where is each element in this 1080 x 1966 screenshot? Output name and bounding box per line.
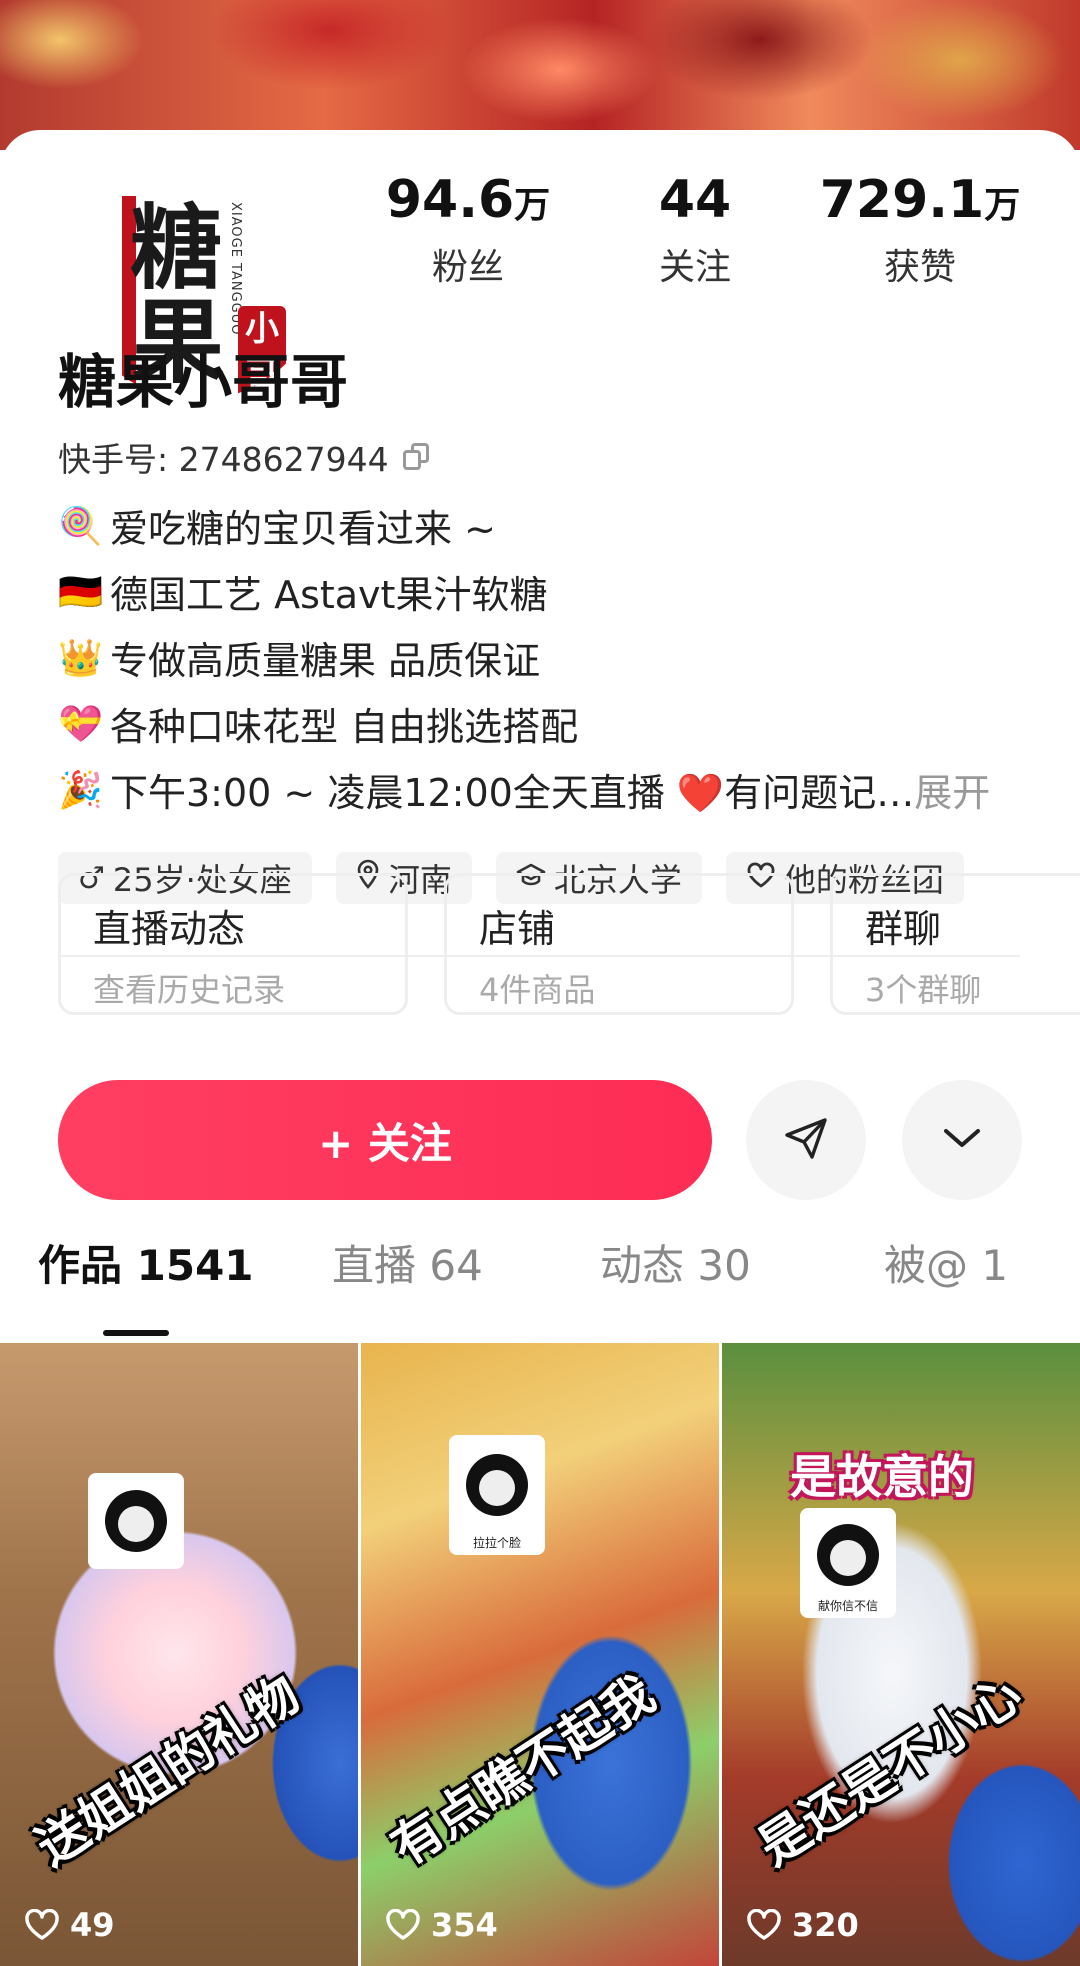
stat-likes[interactable]: 729.1万 获赞 bbox=[810, 170, 1030, 290]
tab-moments[interactable]: 动态 30 bbox=[600, 1232, 751, 1293]
entry-subtitle: 3个群聊 bbox=[865, 971, 982, 1009]
video-thumbnail[interactable]: 拉拉个脸 有点瞧不起我 354 bbox=[361, 1343, 719, 1966]
panda-meme-sticker bbox=[88, 1473, 184, 1569]
like-count: 49 bbox=[70, 1906, 115, 1944]
panda-meme-sticker: 献你信不信 bbox=[800, 1508, 896, 1618]
content-tabs: 作品 1541 直播 64 动态 30 被@ 1 bbox=[0, 1232, 1080, 1312]
entry-title: 店铺 bbox=[479, 907, 556, 951]
profile-nickname: 糖果小哥哥 bbox=[58, 348, 349, 416]
video-grid: 送姐姐的礼物 49 拉拉个脸 有点瞧不起我 354 是故意的 献你信不信 是还是… bbox=[0, 1343, 1080, 1966]
entry-group-chat[interactable]: 群聊 3个群聊 bbox=[830, 873, 1080, 1015]
bio-text: 爱吃糖的宝贝看过来 ~ bbox=[110, 507, 496, 551]
bio-line-3: 👑 专做高质量糖果 品质保证 bbox=[58, 630, 1038, 685]
bio-line-2: 🇩🇪 德国工艺 Astavt果汁软糖 bbox=[58, 564, 1038, 619]
video-thumbnail[interactable]: 是故意的 献你信不信 是还是不小心 320 bbox=[722, 1343, 1080, 1966]
lollipop-icon: 🍭 bbox=[58, 505, 103, 547]
entry-title: 直播动态 bbox=[93, 907, 246, 951]
stat-followers-label: 粉丝 bbox=[431, 247, 504, 288]
bio-line-1: 🍭 爱吃糖的宝贝看过来 ~ bbox=[58, 498, 1038, 553]
kuaishou-id: 快手号: 2748627944 bbox=[58, 440, 389, 479]
heart-icon bbox=[25, 1909, 59, 1940]
like-count: 354 bbox=[431, 1906, 498, 1944]
entry-live-history[interactable]: 直播动态 查看历史记录 bbox=[58, 873, 408, 1015]
share-button[interactable] bbox=[746, 1080, 866, 1200]
stat-likes-number: 729.1 bbox=[819, 170, 985, 230]
active-tab-indicator bbox=[103, 1330, 169, 1336]
sticker-text: 拉拉个脸 bbox=[472, 1536, 521, 1550]
stat-following-number: 44 bbox=[658, 170, 732, 230]
video-likes: 320 bbox=[746, 1906, 859, 1944]
stat-followers[interactable]: 94.6万 粉丝 bbox=[358, 170, 578, 290]
video-thumbnail[interactable]: 送姐姐的礼物 49 bbox=[0, 1343, 358, 1966]
like-count: 320 bbox=[792, 1906, 859, 1944]
entry-shop[interactable]: 店铺 4件商品 bbox=[444, 873, 794, 1015]
profile-banner-image[interactable] bbox=[0, 0, 1080, 150]
logo-char-1: 糖 bbox=[130, 194, 223, 302]
bio-text: 下午3:00 ~ 凌晨12:00全天直播 ❤️有问题记… bbox=[110, 771, 915, 815]
video-likes: 49 bbox=[24, 1906, 115, 1944]
stat-likes-label: 获赞 bbox=[883, 247, 956, 288]
bio-expand-link[interactable]: 展开 bbox=[914, 762, 990, 817]
tab-mentions[interactable]: 被@ 1 bbox=[884, 1232, 1008, 1293]
bio-text: 德国工艺 Astavt果汁软糖 bbox=[110, 573, 548, 617]
entry-title: 群聊 bbox=[865, 907, 942, 951]
bio-line-4: 💝 各种口味花型 自由挑选搭配 bbox=[58, 696, 1038, 751]
heart-icon bbox=[747, 1909, 781, 1940]
entry-subtitle: 4件商品 bbox=[479, 971, 596, 1009]
more-button[interactable] bbox=[902, 1080, 1022, 1200]
bio-text: 各种口味花型 自由挑选搭配 bbox=[110, 705, 579, 749]
video-caption: 有点瞧不起我 bbox=[381, 1664, 665, 1877]
kuaishou-id-row[interactable]: 快手号: 2748627944 bbox=[58, 433, 429, 481]
stat-followers-unit: 万 bbox=[514, 185, 551, 226]
stat-followers-number: 94.6 bbox=[385, 170, 515, 230]
bio-line-5: 🎉 下午3:00 ~ 凌晨12:00全天直播 ❤️有问题记… 展开 bbox=[58, 762, 1038, 817]
follow-button[interactable]: + 关注 bbox=[58, 1080, 712, 1200]
stat-likes-unit: 万 bbox=[984, 185, 1021, 226]
party-popper-icon: 🎉 bbox=[58, 769, 103, 811]
crown-icon: 👑 bbox=[58, 637, 103, 679]
chevron-down-icon bbox=[940, 1123, 984, 1157]
heart-icon bbox=[386, 1909, 420, 1940]
heart-gift-icon: 💝 bbox=[58, 703, 103, 745]
video-likes: 354 bbox=[385, 1906, 498, 1944]
bio-text: 专做高质量糖果 品质保证 bbox=[110, 639, 541, 683]
stat-following-label: 关注 bbox=[658, 247, 731, 288]
entry-subtitle: 查看历史记录 bbox=[93, 971, 286, 1009]
video-caption: 是还是不小心 bbox=[748, 1664, 1032, 1877]
tab-works[interactable]: 作品 1541 bbox=[38, 1232, 254, 1293]
video-top-caption: 是故意的 bbox=[790, 1450, 974, 1504]
video-caption: 送姐姐的礼物 bbox=[26, 1664, 310, 1877]
germany-flag-icon: 🇩🇪 bbox=[58, 571, 103, 613]
copy-icon[interactable] bbox=[402, 443, 429, 471]
tab-live[interactable]: 直播 64 bbox=[332, 1232, 483, 1293]
sticker-text: 献你信不信 bbox=[817, 1599, 878, 1613]
stat-following[interactable]: 44 关注 bbox=[585, 170, 805, 290]
panda-meme-sticker: 拉拉个脸 bbox=[449, 1435, 545, 1555]
send-icon bbox=[781, 1113, 831, 1167]
